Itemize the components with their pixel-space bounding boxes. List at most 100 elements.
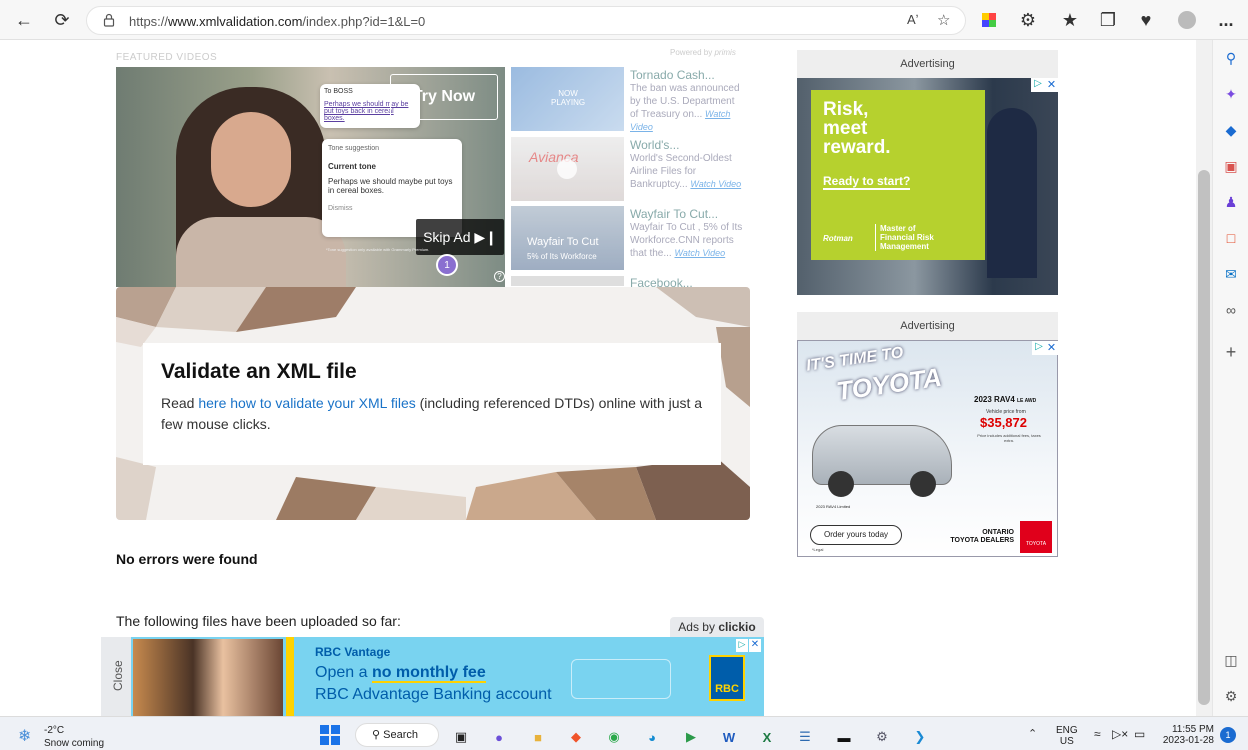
- bottom-ad-close-tab[interactable]: Close: [101, 637, 131, 716]
- terminal-icon[interactable]: ▬: [833, 727, 855, 747]
- games-icon[interactable]: ♟: [1221, 192, 1241, 212]
- ad-slot-1: Advertising Risk, meet reward. Ready to st…: [797, 50, 1058, 295]
- video-thumb-3[interactable]: Wayfair To Cut 5% of Its Workforce: [511, 206, 624, 270]
- toyota-ad[interactable]: IT'S TIME TO TOYOTA 2023 RAV4 LE AWD Veh…: [797, 340, 1058, 557]
- teams-chat-icon[interactable]: ●: [488, 727, 510, 747]
- car-wheel-front: [828, 471, 854, 497]
- back-icon[interactable]: ←: [10, 6, 38, 34]
- windows-taskbar: ❄ -2°C Snow coming ⚲ Search ▣ ● ■ ◆ ◉ ◕ …: [0, 716, 1248, 750]
- no-errors-message: No errors were found: [116, 551, 258, 567]
- hero-body: Read here how to validate your XML files…: [161, 395, 703, 432]
- video-thumb-4[interactable]: [511, 276, 624, 286]
- address-bar[interactable]: https://www.xmlvalidation.com/index.php?…: [86, 6, 966, 35]
- toyota-dealers: ONTARIO TOYOTA DEALERS: [950, 529, 1014, 544]
- ad-close-icon[interactable]: ✕: [1045, 341, 1058, 355]
- tools-icon[interactable]: ▣: [1221, 156, 1241, 176]
- chrome-icon[interactable]: ◉: [603, 727, 625, 747]
- toyota-price-note: Price includes additional fees, taxes ex…: [977, 433, 1041, 443]
- ad-close-icon[interactable]: ✕: [749, 639, 761, 652]
- rotman-ad[interactable]: Risk, meet reward. Ready to start? Rotman …: [797, 78, 1058, 295]
- input-language[interactable]: ENG US: [1056, 725, 1078, 747]
- tray-overflow-icon[interactable]: ⌃: [1028, 727, 1037, 740]
- rotman-headline: Risk, meet reward.: [823, 99, 891, 158]
- favorite-star-icon[interactable]: ☆: [937, 11, 950, 29]
- edge-icon[interactable]: ◕: [641, 727, 663, 747]
- collections-icon[interactable]: ❐: [1094, 6, 1122, 34]
- ad-close-icon[interactable]: ✕: [1045, 78, 1058, 92]
- wifi-icon[interactable]: ≈: [1094, 727, 1101, 741]
- video-item-2[interactable]: World's... World's Second-Oldest Airline…: [630, 138, 745, 191]
- drop-icon[interactable]: ∞: [1221, 300, 1241, 320]
- word-icon[interactable]: W: [718, 727, 740, 747]
- scrollbar-thumb[interactable]: [1198, 170, 1210, 705]
- rbc-ad-photo: [133, 639, 283, 716]
- profile-avatar[interactable]: [1178, 11, 1196, 29]
- validate-howto-link[interactable]: here how to validate your XML files: [198, 395, 415, 411]
- play-icon: [557, 159, 577, 179]
- office-icon[interactable]: □: [1221, 228, 1241, 248]
- video-thumb-1[interactable]: NOW PLAYING: [511, 67, 624, 131]
- toyota-logo: TOYOTA: [1020, 521, 1052, 553]
- video-item-3[interactable]: Wayfair To Cut... Wayfair To Cut , 5% of…: [630, 207, 745, 260]
- taskbar-search[interactable]: ⚲ Search: [355, 723, 439, 747]
- try-now-button[interactable]: Try Now: [390, 74, 498, 120]
- color-extension-icon[interactable]: [982, 13, 996, 27]
- windows-start-icon[interactable]: [320, 725, 340, 745]
- rbc-bottom-ad[interactable]: Close RBC Vantage Open a no monthly fee …: [101, 637, 764, 716]
- weather-desc[interactable]: Snow coming: [44, 738, 104, 749]
- adchoices-icon[interactable]: ▷: [1031, 78, 1045, 92]
- excel-icon[interactable]: X: [756, 727, 778, 747]
- car-wheel-rear: [910, 471, 936, 497]
- adchoices-icon[interactable]: ▷: [736, 639, 748, 652]
- notepad-icon[interactable]: ☰: [794, 727, 816, 747]
- search-icon[interactable]: ⚲: [1221, 48, 1241, 68]
- rotman-brand: Rotman: [823, 234, 853, 243]
- toyota-order-button[interactable]: Order yours today: [810, 525, 902, 545]
- shopping-icon[interactable]: ◆: [1221, 120, 1241, 140]
- browser-essentials-icon[interactable]: ♥: [1132, 6, 1160, 34]
- weather-snow-icon[interactable]: ❄: [18, 726, 31, 746]
- vscode-icon[interactable]: ❯: [909, 727, 931, 747]
- notification-badge[interactable]: 1: [1220, 727, 1236, 743]
- read-aloud-icon[interactable]: Aʼ: [907, 12, 919, 27]
- media-player-icon[interactable]: ▶: [680, 727, 702, 747]
- copilot-icon[interactable]: ✦: [1221, 84, 1241, 104]
- favorites-icon[interactable]: ★: [1056, 6, 1084, 34]
- uploaded-files-label: The following files have been uploaded s…: [116, 613, 401, 629]
- weather-temp[interactable]: -2°C: [44, 725, 64, 736]
- rotman-program: Master of Financial Risk Management: [875, 224, 945, 251]
- clock[interactable]: 11:55 PM 2023-01-28: [1162, 724, 1214, 746]
- refresh-icon[interactable]: ⟳: [48, 6, 76, 34]
- small-note: *Tone suggestion only available with Gra…: [326, 247, 430, 252]
- settings-icon[interactable]: ⚙: [871, 727, 893, 747]
- ads-by-clickio[interactable]: Ads by clickio: [670, 617, 764, 638]
- battery-icon[interactable]: ▭: [1134, 727, 1145, 741]
- advertising-label-1: Advertising: [900, 58, 955, 70]
- sidebar-hide-icon[interactable]: ◫: [1221, 650, 1241, 670]
- video-thumb-2[interactable]: Avianca: [511, 137, 624, 201]
- browser-toolbar: ← ⟳ https://www.xmlvalidation.com/index.…: [0, 0, 1248, 40]
- add-icon[interactable]: +: [1221, 342, 1241, 362]
- rbc-logo: RBC: [709, 655, 745, 701]
- featured-videos-label: FEATURED VIDEOS: [116, 52, 218, 63]
- volume-muted-icon[interactable]: ▷×: [1112, 727, 1128, 741]
- settings-gear-icon[interactable]: ⚙: [1221, 686, 1241, 706]
- more-menu-icon[interactable]: ...: [1212, 6, 1240, 34]
- toyota-price: $35,872: [980, 415, 1027, 430]
- file-explorer-icon[interactable]: ■: [527, 727, 549, 747]
- video-item-1[interactable]: Tornado Cash... The ban was announced by…: [630, 68, 745, 134]
- edge-sidebar: ⚲ ✦ ◆ ▣ ♟ □ ✉ ∞ + ◫ ⚙: [1212, 40, 1248, 716]
- rotman-cta[interactable]: Ready to start?: [823, 174, 911, 190]
- extensions-icon[interactable]: ⚙: [1014, 6, 1042, 34]
- info-icon[interactable]: ?: [494, 271, 505, 282]
- adchoices-icon[interactable]: ▷: [1032, 341, 1046, 355]
- task-view-icon[interactable]: ▣: [450, 727, 472, 747]
- brave-icon[interactable]: ◆: [565, 727, 587, 747]
- video-player[interactable]: To BOSS Perhaps we should may be put toy…: [116, 67, 505, 287]
- outlook-icon[interactable]: ✉: [1221, 264, 1241, 284]
- rbc-ad-stripe: [286, 637, 294, 716]
- advertising-label-2: Advertising: [900, 320, 955, 332]
- toyota-legal[interactable]: *Legal: [812, 547, 823, 552]
- video-sweater: [176, 217, 346, 287]
- rbc-brand-line: RBC Vantage: [315, 645, 391, 659]
